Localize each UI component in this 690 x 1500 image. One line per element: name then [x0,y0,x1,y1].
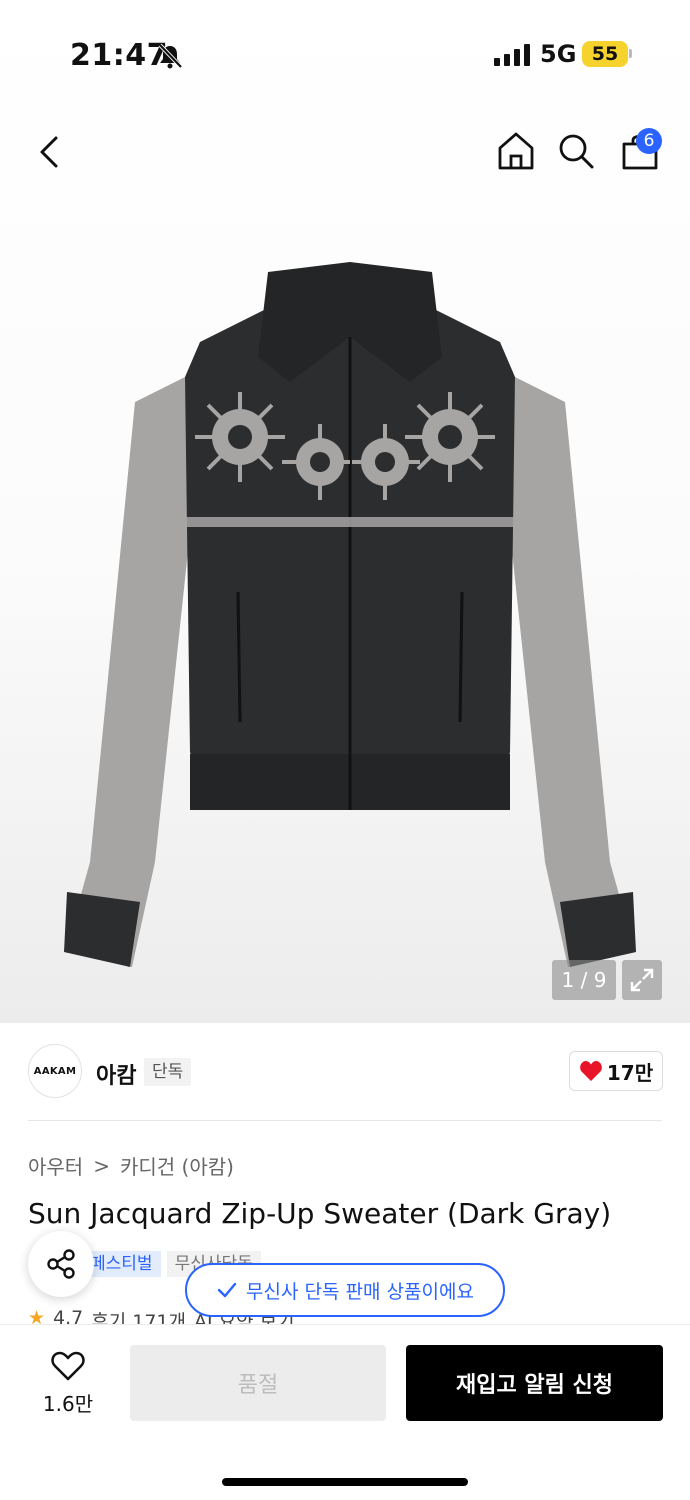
bag-count-badge: 6 [636,128,662,154]
rating-score: 4.7 [53,1307,84,1325]
home-indicator [222,1478,468,1486]
breadcrumb-item-outer[interactable]: 아우터 [28,1151,83,1180]
network-type: 5G [540,40,577,68]
wishlist-count: 1.6만 [42,1392,94,1416]
breadcrumb: 아우터 > 카디건 (아캄) [28,1151,234,1180]
share-icon [47,1249,75,1279]
heart-outline-icon [51,1351,85,1381]
exclusive-toast: 무신사 단독 판매 상품이에요 [185,1263,505,1317]
expand-icon[interactable] [622,960,662,1000]
status-time: 21:47 [70,38,168,73]
status-bar: 21:47 5G 55 [0,0,690,110]
bell-muted-icon [158,43,183,69]
brand-logo[interactable]: AAKAM [28,1044,82,1098]
brand-like-button[interactable]: 17만 [569,1051,663,1091]
brand-like-count: 17만 [606,1060,654,1085]
breadcrumb-item-cardigan[interactable]: 카디건 (아캄) [120,1151,234,1180]
restock-alert-button[interactable]: 재입고 알림 신청 [406,1345,663,1421]
brand-logo-text: AAKAM [33,1065,77,1077]
wishlist-button[interactable]: 1.6만 [28,1350,108,1420]
breadcrumb-separator: > [93,1153,110,1178]
back-icon[interactable] [30,130,70,174]
brand-exclusive-tag: 단독 [144,1058,192,1086]
image-counter: 1 / 9 [552,960,616,1000]
soldout-button[interactable]: 품절 [130,1345,386,1421]
toast-message: 무신사 단독 판매 상품이에요 [246,1280,474,1303]
share-button[interactable] [28,1231,94,1297]
check-icon [217,1282,237,1298]
battery-icon [629,49,632,58]
review-count[interactable]: 후기 171개 [91,1307,186,1325]
product-title: Sun Jacquard Zip-Up Sweater (Dark Gray) [28,1197,612,1230]
battery-level: 55 [582,41,628,67]
heart-icon [580,1061,602,1081]
signal-icon [494,44,530,66]
product-image-sweater[interactable] [50,262,650,982]
divider [28,1120,662,1121]
search-icon[interactable] [556,130,596,172]
star-icon: ★ [28,1307,46,1325]
brand-name[interactable]: 아캄 [96,1058,136,1090]
home-icon[interactable] [496,130,536,172]
